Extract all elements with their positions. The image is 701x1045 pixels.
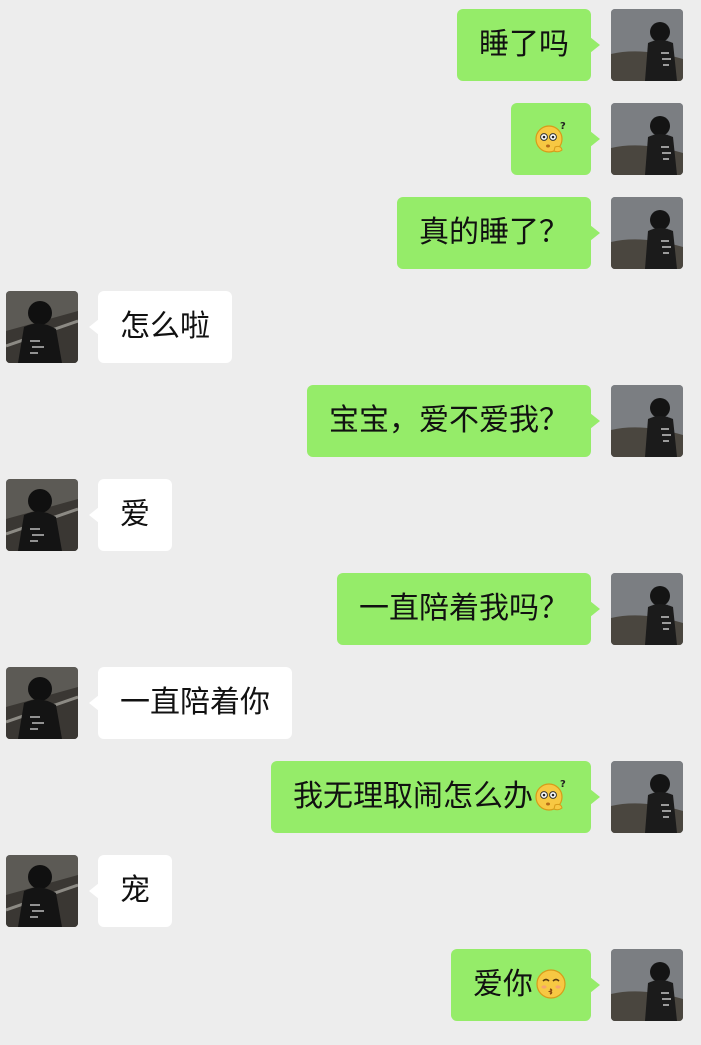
thinking-face-icon: ?	[533, 777, 569, 813]
my-avatar[interactable]	[611, 103, 683, 175]
message-text: 我无理取闹怎么办	[293, 779, 533, 814]
message-bubble-sent[interactable]: ?	[511, 103, 600, 175]
my-avatar[interactable]	[611, 385, 683, 457]
svg-text:?: ?	[560, 779, 566, 790]
contact-avatar[interactable]	[6, 479, 78, 551]
message-text: 一直陪着你	[120, 685, 270, 720]
contact-avatar[interactable]	[6, 667, 78, 739]
message-bubble-sent[interactable]: 真的睡了？	[397, 197, 600, 269]
message-bubble-received[interactable]: 怎么啦	[89, 291, 232, 363]
message-text: 真的睡了？	[419, 215, 569, 250]
contact-avatar[interactable]	[6, 291, 78, 363]
my-avatar[interactable]	[611, 197, 683, 269]
message-text: 爱你	[473, 967, 533, 1002]
my-avatar[interactable]	[611, 949, 683, 1021]
message-bubble-received[interactable]: 宠	[89, 855, 172, 927]
my-avatar[interactable]	[611, 573, 683, 645]
svg-text:?: ?	[560, 121, 566, 132]
message-bubble-sent[interactable]: 我无理取闹怎么办 ?	[271, 761, 600, 833]
message-row-sent: 宝宝，爱不爱我？	[0, 385, 701, 457]
message-text: 睡了吗	[479, 27, 569, 62]
message-row-received: 宠	[0, 855, 701, 927]
message-bubble-received[interactable]: 爱	[89, 479, 172, 551]
kissing-face-icon	[533, 965, 569, 1001]
thinking-face-icon: ?	[533, 119, 569, 155]
chat-message-list[interactable]: 睡了吗 ? 真的睡了？ 怎么啦 宝宝，爱不爱我？ 爱 一直陪着我吗？ 一直陪着你…	[0, 0, 701, 1045]
message-row-sent: 爱你	[0, 949, 701, 1021]
message-row-received: 爱	[0, 479, 701, 551]
message-row-sent: 一直陪着我吗？	[0, 573, 701, 645]
contact-avatar[interactable]	[6, 855, 78, 927]
message-text: 一直陪着我吗？	[359, 591, 569, 626]
message-row-sent: 睡了吗	[0, 9, 701, 81]
message-bubble-sent[interactable]: 爱你	[451, 949, 600, 1021]
message-row-sent: ?	[0, 103, 701, 175]
message-text: 宠	[120, 873, 150, 908]
message-text: 宝宝，爱不爱我？	[329, 403, 569, 438]
message-text: 爱	[120, 497, 150, 532]
message-bubble-sent[interactable]: 睡了吗	[457, 9, 600, 81]
message-row-sent: 真的睡了？	[0, 197, 701, 269]
message-row-sent: 我无理取闹怎么办 ?	[0, 761, 701, 833]
message-row-received: 一直陪着你	[0, 667, 701, 739]
my-avatar[interactable]	[611, 9, 683, 81]
message-bubble-sent[interactable]: 一直陪着我吗？	[337, 573, 600, 645]
message-bubble-received[interactable]: 一直陪着你	[89, 667, 292, 739]
message-row-received: 怎么啦	[0, 291, 701, 363]
my-avatar[interactable]	[611, 761, 683, 833]
message-text: 怎么啦	[120, 309, 210, 344]
message-bubble-sent[interactable]: 宝宝，爱不爱我？	[307, 385, 600, 457]
